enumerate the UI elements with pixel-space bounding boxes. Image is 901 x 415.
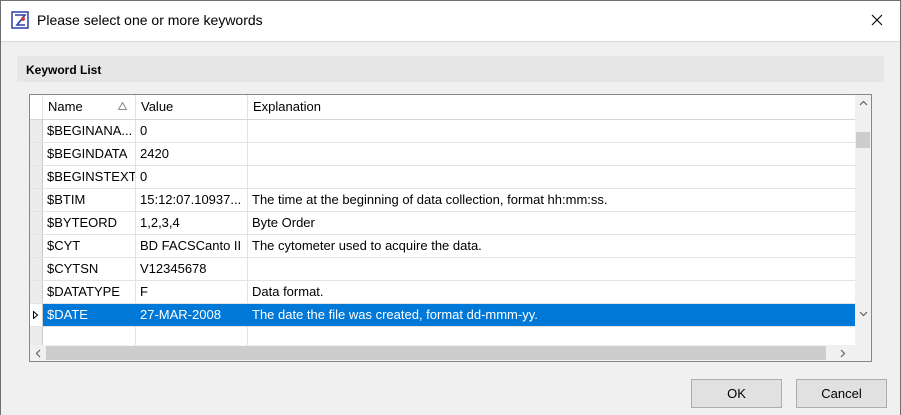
keyword-grid[interactable]: Name Value Explanation $BEGINANA... 0 $B… xyxy=(29,94,872,362)
table-row[interactable]: $BEGINDATA 2420 xyxy=(30,143,855,166)
chevron-up-icon xyxy=(859,100,867,106)
sort-ascending-icon xyxy=(118,102,127,110)
cell-value[interactable]: BD FACSCanto II xyxy=(136,235,248,257)
cell-name[interactable] xyxy=(43,327,136,345)
close-icon xyxy=(871,14,883,26)
table-row[interactable]: $BEGINSTEXT 0 xyxy=(30,166,855,189)
row-header[interactable] xyxy=(30,258,43,280)
row-header[interactable] xyxy=(30,189,43,211)
cell-value[interactable]: 27-MAR-2008 xyxy=(136,304,248,326)
cell-value[interactable]: 0 xyxy=(136,120,248,142)
table-row[interactable]: $CYT BD FACSCanto II The cytometer used … xyxy=(30,235,855,258)
cell-name[interactable]: $BYTEORD xyxy=(43,212,136,234)
chevron-down-icon xyxy=(859,311,867,317)
cell-name[interactable]: $CYTSN xyxy=(43,258,136,280)
column-header-explanation-label: Explanation xyxy=(253,99,321,114)
vertical-scrollbar[interactable] xyxy=(855,95,871,345)
row-header[interactable] xyxy=(30,327,43,345)
close-button[interactable] xyxy=(854,1,900,39)
scroll-left-button[interactable] xyxy=(30,345,46,361)
cell-explanation[interactable] xyxy=(248,143,855,165)
table-row[interactable]: $BYTEORD 1,2,3,4 Byte Order xyxy=(30,212,855,235)
table-row-partial[interactable] xyxy=(30,327,855,345)
row-header[interactable] xyxy=(30,120,43,142)
table-row[interactable]: $CYTSN V12345678 xyxy=(30,258,855,281)
cell-value[interactable]: 0 xyxy=(136,166,248,188)
cell-value[interactable] xyxy=(136,327,248,345)
cell-explanation[interactable]: Data format. xyxy=(248,281,855,303)
row-header[interactable] xyxy=(30,235,43,257)
row-header[interactable] xyxy=(30,143,43,165)
group-title: Keyword List xyxy=(26,63,102,77)
cell-value[interactable]: 2420 xyxy=(136,143,248,165)
cell-value[interactable]: 15:12:07.10937... xyxy=(136,189,248,211)
row-header[interactable] xyxy=(30,212,43,234)
column-header-name-label: Name xyxy=(48,99,83,114)
horizontal-scroll-thumb[interactable] xyxy=(46,346,826,360)
keyword-list-group-header: Keyword List xyxy=(17,56,884,82)
cell-value[interactable]: F xyxy=(136,281,248,303)
app-icon xyxy=(11,11,29,29)
cell-explanation[interactable]: The date the file was created, format dd… xyxy=(248,304,855,326)
cell-name[interactable]: $BEGINSTEXT xyxy=(43,166,136,188)
row-header[interactable] xyxy=(30,304,43,326)
cell-explanation[interactable] xyxy=(248,258,855,280)
title-bar[interactable]: Please select one or more keywords xyxy=(1,1,900,39)
scroll-down-button[interactable] xyxy=(855,306,871,322)
cell-name[interactable]: $CYT xyxy=(43,235,136,257)
cell-explanation[interactable] xyxy=(248,166,855,188)
current-row-arrow-icon xyxy=(33,311,38,319)
column-header-value[interactable]: Value xyxy=(136,95,248,119)
column-header-explanation[interactable]: Explanation xyxy=(248,95,855,119)
cell-name[interactable]: $BTIM xyxy=(43,189,136,211)
chevron-right-icon xyxy=(840,349,846,357)
cell-explanation[interactable]: The time at the beginning of data collec… xyxy=(248,189,855,211)
cell-explanation[interactable] xyxy=(248,120,855,142)
cell-value[interactable]: V12345678 xyxy=(136,258,248,280)
cell-name[interactable]: $DATE xyxy=(43,304,136,326)
dialog-client-area: Keyword List Name Value Explanation $BEG… xyxy=(1,41,900,415)
cell-value[interactable]: 1,2,3,4 xyxy=(136,212,248,234)
chevron-left-icon xyxy=(35,349,41,357)
cell-name[interactable]: $BEGINDATA xyxy=(43,143,136,165)
row-header[interactable] xyxy=(30,281,43,303)
cell-explanation[interactable]: The cytometer used to acquire the data. xyxy=(248,235,855,257)
horizontal-scrollbar[interactable] xyxy=(30,345,855,361)
window-title: Please select one or more keywords xyxy=(37,12,263,28)
table-row[interactable]: $BEGINANA... 0 xyxy=(30,120,855,143)
ok-button[interactable]: OK xyxy=(691,379,782,408)
column-header-name[interactable]: Name xyxy=(43,95,136,119)
cell-name[interactable]: $DATATYPE xyxy=(43,281,136,303)
table-row[interactable]: $DATATYPE F Data format. xyxy=(30,281,855,304)
cell-explanation[interactable]: Byte Order xyxy=(248,212,855,234)
cell-name[interactable]: $BEGINANA... xyxy=(43,120,136,142)
dialog-window: Please select one or more keywords Keywo… xyxy=(0,0,901,415)
vertical-scroll-thumb[interactable] xyxy=(856,132,870,148)
column-header-value-label: Value xyxy=(141,99,174,114)
row-header-corner[interactable] xyxy=(30,95,43,119)
row-header[interactable] xyxy=(30,166,43,188)
table-row[interactable]: $BTIM 15:12:07.10937... The time at the … xyxy=(30,189,855,212)
scroll-right-button[interactable] xyxy=(835,345,851,361)
cancel-button[interactable]: Cancel xyxy=(796,379,887,408)
grid-header-row: Name Value Explanation xyxy=(30,95,855,120)
scroll-up-button[interactable] xyxy=(855,95,871,111)
table-row-selected[interactable]: $DATE 27-MAR-2008 The date the file was … xyxy=(30,304,855,327)
scrollbar-corner xyxy=(855,345,871,361)
